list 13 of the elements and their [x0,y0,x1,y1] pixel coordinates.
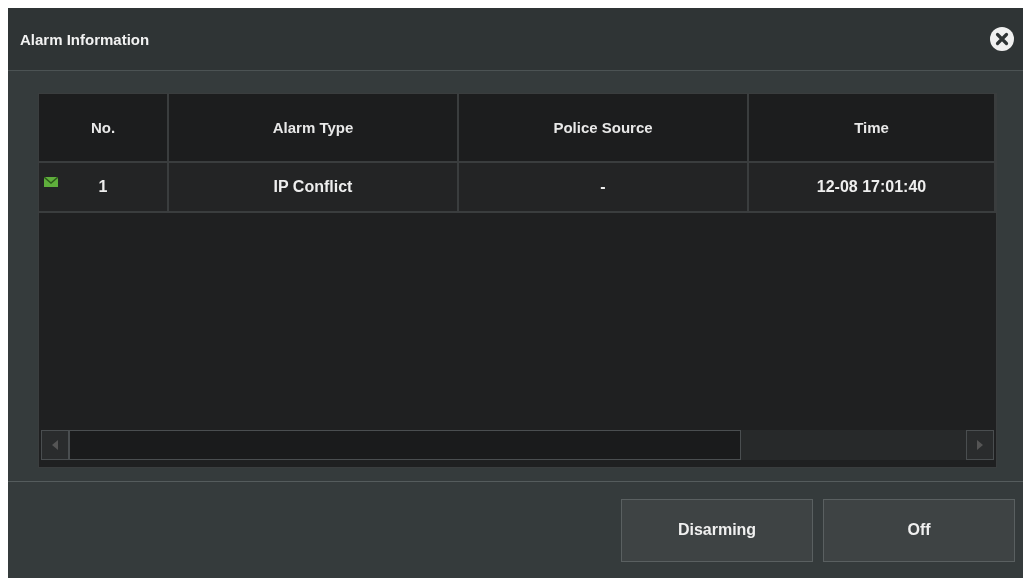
scroll-thumb[interactable] [69,430,741,460]
table-cell: - [600,178,606,196]
right-arrow-icon[interactable] [976,440,984,450]
dialog-button[interactable]: Disarming [621,498,813,562]
table-cell: IP Conflict [273,178,353,196]
dialog-button[interactable]: Off [823,498,1015,562]
horizontal-scrollbar[interactable] [39,429,996,461]
left-arrow-icon[interactable] [51,440,59,450]
close-button[interactable] [989,26,1015,52]
table-cell: 1 [98,178,108,196]
table-cell: 12-08 17:01:40 [816,178,927,196]
envelope-icon [44,177,58,187]
window-title: Alarm Information [20,30,150,48]
